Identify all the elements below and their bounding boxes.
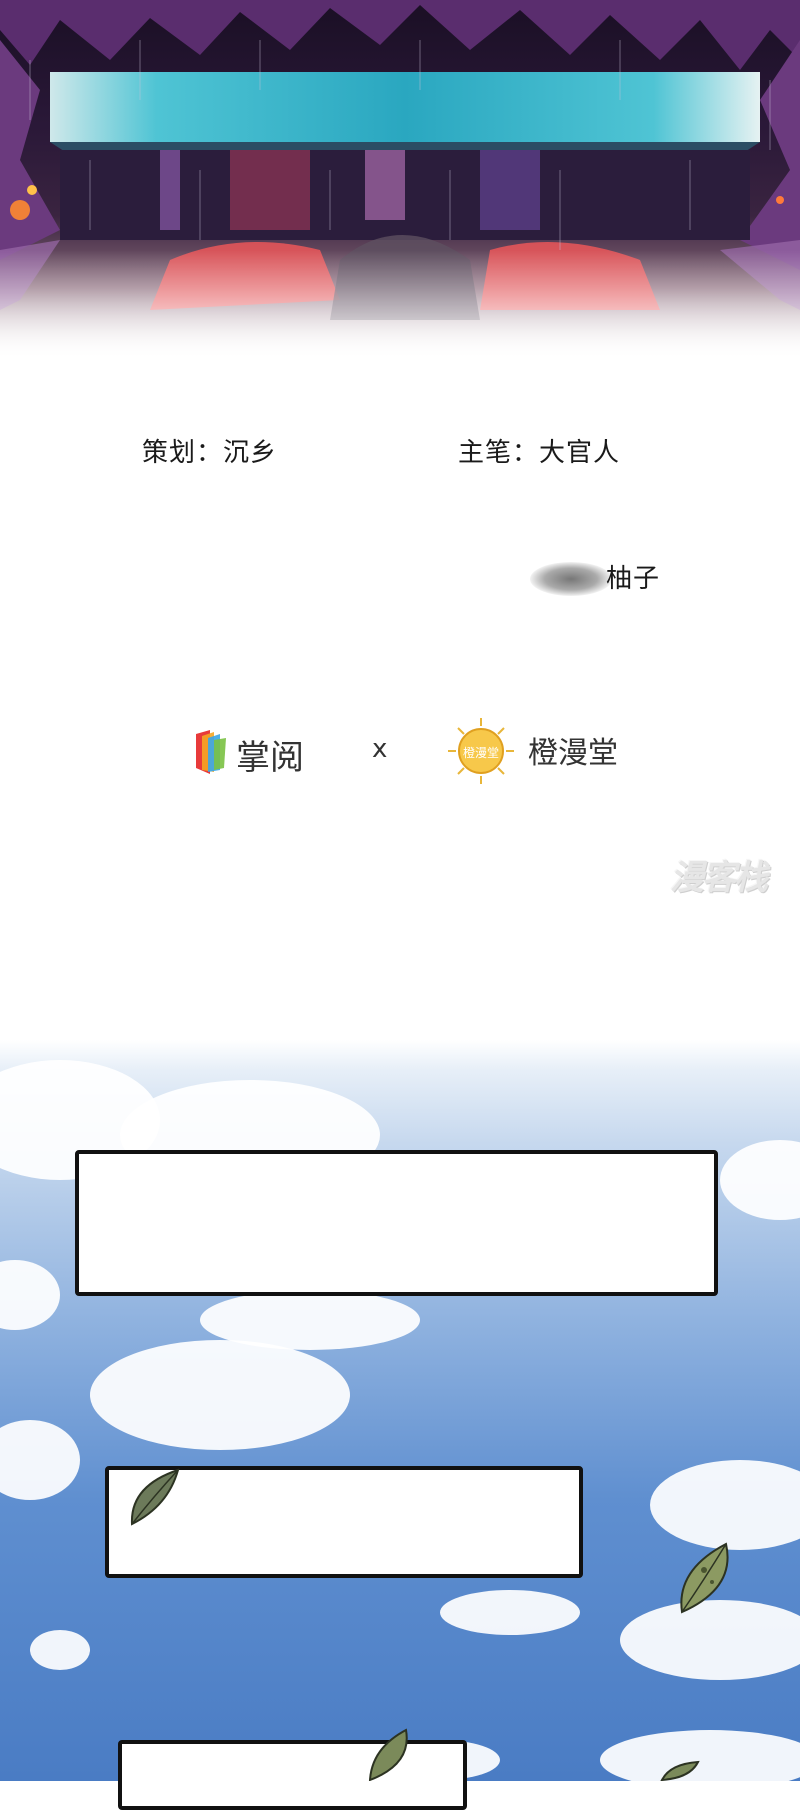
cloud: [90, 1340, 350, 1450]
cloud: [0, 1420, 80, 1500]
cloud: [440, 1590, 580, 1635]
brand-separator: x: [372, 734, 388, 764]
credit-main-artist: 主笔：大官人: [458, 438, 621, 468]
redacted-blur: [530, 562, 612, 596]
chengmantang-brand-name: 橙漫堂: [528, 736, 618, 771]
cloud: [720, 1140, 800, 1220]
leaf-icon: [660, 1760, 700, 1781]
publisher-brand-row: 掌阅 x 橙漫堂 橙漫堂: [0, 718, 800, 786]
zhangyue-brand-name: 掌阅: [236, 738, 304, 778]
chengmantang-logo-icon: 橙漫堂: [448, 718, 514, 784]
cloud: [30, 1630, 90, 1670]
credit-planner: 策划：沉乡: [142, 438, 278, 468]
svg-text:橙漫堂: 橙漫堂: [463, 745, 499, 760]
leaf-icon: [130, 1468, 180, 1526]
credit-assistant-name: 柚子: [606, 564, 661, 594]
credit-assistant: 柚子: [530, 558, 670, 598]
site-watermark: 漫客栈: [670, 858, 768, 898]
cloud: [600, 1730, 800, 1790]
cloud: [0, 1260, 60, 1330]
cloud: [650, 1460, 800, 1550]
banner-illustration: [0, 0, 800, 360]
narration-box: [75, 1150, 718, 1296]
comic-banner-art: [0, 0, 800, 360]
leaf-icon: [368, 1728, 408, 1781]
leaf-icon: [680, 1542, 729, 1614]
zhangyue-logo-icon: [196, 730, 226, 774]
